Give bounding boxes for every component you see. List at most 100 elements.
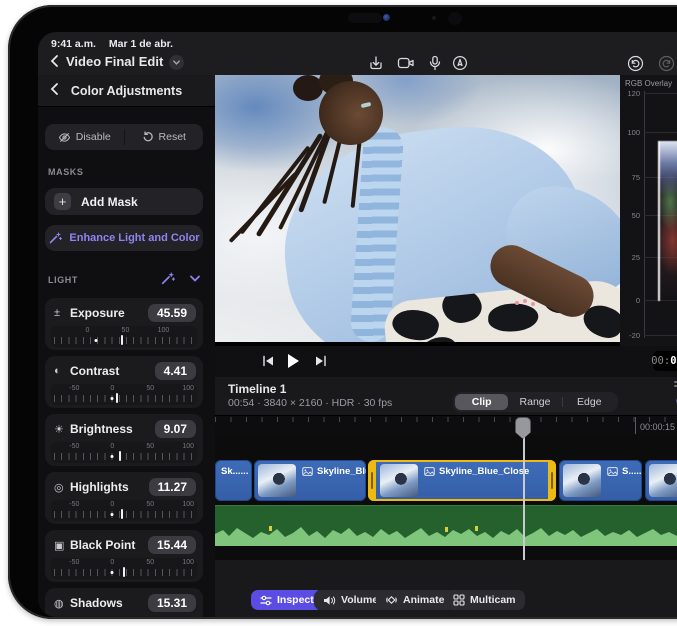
shadows-icon: ◍ [54, 597, 70, 610]
shadows-ruler[interactable]: -50 0 50 100 [51, 616, 197, 617]
video-viewer[interactable] [215, 75, 620, 346]
brightness-slider: ☀ Brightness 9.07 -50 0 50 100 [45, 414, 203, 466]
image-icon [424, 467, 435, 476]
animate-button[interactable]: Animate [376, 590, 453, 610]
exposure-label: Exposure [70, 306, 148, 320]
clip-skyline-blue-close-selected[interactable]: Skyline_Blue_Close [368, 460, 556, 501]
brightness-value[interactable]: 9.07 [155, 420, 196, 438]
front-camera-pill [348, 13, 382, 23]
clip-thumbnail [649, 464, 677, 497]
scope-waveform [658, 141, 677, 301]
project-title[interactable]: Video Final Edit [66, 54, 163, 69]
play-icon[interactable] [283, 352, 303, 370]
shadows-label: Shadows [70, 596, 148, 610]
clip-skyline-truncated[interactable]: S....... [559, 460, 642, 501]
edit-mode-segmented-control: Clip Range Edge [453, 392, 618, 412]
exposure-value[interactable]: 45.59 [148, 304, 196, 322]
magic-wand-icon [48, 231, 62, 245]
black-point-ruler[interactable]: -50 0 50 100 [51, 558, 197, 579]
scope-tick-75: 75 [620, 173, 640, 182]
ipad-device-frame: 9:41 a.m. Mar 1 de abr. Video Final Edit [8, 5, 677, 619]
timecode-display[interactable]: 00:00:27:17 [653, 351, 677, 371]
clip-edge-partial[interactable] [645, 460, 677, 501]
highlights-label: Highlights [70, 480, 149, 494]
skip-forward-icon[interactable] [310, 352, 330, 370]
skip-back-icon[interactable] [258, 352, 278, 370]
image-icon [302, 467, 313, 476]
clip-thumbnail [563, 464, 601, 497]
project-menu-chevron-icon[interactable] [169, 55, 184, 70]
pencil-annotate-icon[interactable] [449, 52, 471, 74]
bottom-toolbar: Inspect Volume Animate Multicam [215, 560, 677, 617]
light-autoenhance-icon[interactable] [160, 271, 175, 286]
speaker-icon [323, 595, 336, 606]
back-icon[interactable] [48, 54, 62, 68]
black-point-value[interactable]: 15.44 [148, 536, 196, 554]
image-icon [607, 467, 618, 476]
status-time: 9:41 a.m. [51, 38, 96, 50]
timeline-title: Timeline 1 [228, 382, 286, 396]
status-bar: 9:41 a.m. Mar 1 de abr. [51, 38, 173, 50]
disable-button[interactable]: Disable [45, 124, 124, 150]
timeline-tracks: Sk...... Skyline_Blue_Wide Skyline_Blue_… [215, 435, 677, 560]
microphone-icon[interactable] [424, 52, 446, 74]
panel-header: Color Adjustments [38, 75, 215, 107]
contrast-label: Contrast [70, 364, 155, 378]
highlights-ruler[interactable]: -50 0 50 100 [51, 500, 197, 521]
panel-title: Color Adjustments [38, 84, 215, 98]
top-chrome: 9:41 a.m. Mar 1 de abr. Video Final Edit [38, 32, 677, 75]
timeline-header: Timeline 1 00:54 · 3840 × 2160 · HDR · 3… [215, 377, 677, 415]
disable-label: Disable [76, 131, 111, 143]
highlights-slider: ◎ Highlights 11.27 -50 0 50 100 [45, 472, 203, 524]
camera-icon[interactable] [395, 52, 417, 74]
import-icon[interactable] [365, 52, 387, 74]
mode-edge[interactable]: Edge [563, 394, 616, 410]
contrast-value[interactable]: 4.41 [155, 362, 196, 380]
inspect-button[interactable]: Inspect [251, 590, 323, 610]
multicam-grid-icon [453, 594, 465, 606]
scope-tick-50: 50 [620, 211, 640, 220]
light-collapse-chevron-icon[interactable] [189, 274, 201, 283]
contrast-icon: ◐ [54, 365, 70, 377]
scope-tick-100: 100 [620, 128, 640, 137]
trim-handle-left[interactable] [371, 472, 373, 489]
multicam-button[interactable]: Multicam [444, 590, 525, 610]
black-point-label: Black Point [70, 538, 148, 552]
light-section-row: LIGHT [38, 271, 215, 289]
highlights-value[interactable]: 11.27 [149, 478, 196, 496]
audio-track[interactable] [215, 505, 677, 546]
disable-reset-group: Disable Reset [45, 124, 203, 150]
exposure-icon: ± [54, 307, 70, 319]
add-mask-button[interactable]: + Add Mask [45, 188, 203, 215]
scope-tick-25: 25 [620, 253, 640, 262]
clip-thumbnail [258, 464, 296, 497]
undo-icon[interactable] [624, 52, 646, 74]
front-camera-lens [448, 12, 462, 25]
playhead-line [523, 432, 525, 560]
brightness-icon: ☀ [54, 423, 70, 436]
scope-tick-0: 0 [620, 296, 640, 305]
subject-hand-nails [515, 299, 541, 307]
video-frame-image [215, 75, 620, 342]
reset-button[interactable]: Reset [125, 124, 204, 150]
scope-tick-120: 120 [620, 89, 640, 98]
mode-clip[interactable]: Clip [455, 394, 508, 410]
trim-handle-right[interactable] [551, 472, 553, 489]
black-point-slider: ▣ Black Point 15.44 -50 0 50 100 [45, 530, 203, 582]
shadows-value[interactable]: 15.31 [148, 594, 196, 612]
app-screen: 9:41 a.m. Mar 1 de abr. Video Final Edit [38, 32, 677, 617]
color-adjustments-panel: Color Adjustments Disable Reset MASKS + [38, 75, 215, 617]
timeline-ruler[interactable]: 00:00:15 00:00:30 [215, 415, 677, 435]
exposure-slider: ± Exposure 45.59 0 50 100 [45, 298, 203, 350]
highlights-icon: ◎ [54, 481, 70, 494]
enhance-light-color-button[interactable]: Enhance Light and Color [45, 225, 203, 251]
plus-icon: + [54, 193, 71, 210]
mode-range[interactable]: Range [508, 394, 561, 410]
redo-icon [655, 52, 677, 74]
exposure-ruler[interactable]: 0 50 100 [51, 326, 197, 347]
clip-skyline-blue-wide[interactable]: Skyline_Blue_Wide [254, 460, 366, 501]
enhance-label: Enhance Light and Color [69, 232, 199, 244]
brightness-ruler[interactable]: -50 0 50 100 [51, 442, 197, 463]
contrast-ruler[interactable]: -50 0 50 100 [51, 384, 197, 405]
clip-skyline-partial[interactable]: Sk...... [215, 460, 252, 501]
